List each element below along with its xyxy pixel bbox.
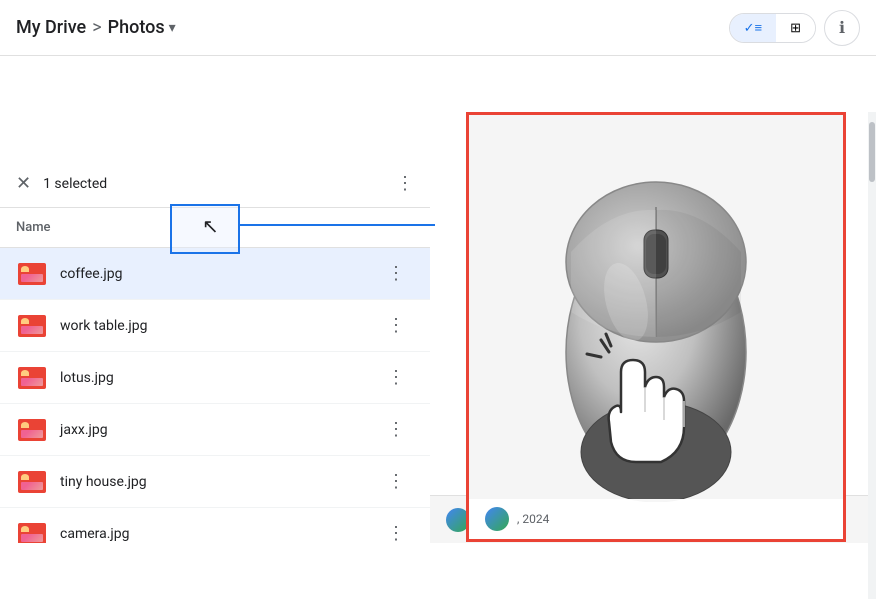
info-button[interactable]: ℹ (824, 10, 860, 46)
chevron-down-icon: ▾ (169, 20, 176, 36)
more-actions-button[interactable]: ⋮ (396, 173, 414, 194)
image-file-icon (18, 315, 46, 337)
grid-view-button[interactable]: ⊞ (776, 14, 815, 42)
file-row[interactable]: coffee.jpg ⋮ (0, 248, 430, 300)
list-view-button[interactable]: ✓≡ (730, 14, 776, 42)
file-row[interactable]: tiny house.jpg ⋮ (0, 456, 430, 508)
file-row[interactable]: camera.jpg ⋮ (0, 508, 430, 543)
file-row[interactable]: jaxx.jpg ⋮ (0, 404, 430, 456)
preview-footer: , 2024 (469, 499, 843, 539)
header: My Drive > Photos ▾ ✓≡ ⊞ ℹ (0, 0, 876, 56)
avatar (485, 507, 509, 531)
image-file-icon (18, 419, 46, 441)
image-file-icon (18, 263, 46, 285)
breadcrumb: My Drive > Photos ▾ (16, 17, 176, 38)
list-header-row: Name (0, 208, 430, 248)
file-icon (16, 414, 48, 446)
breadcrumb-photos[interactable]: Photos ▾ (108, 17, 176, 38)
file-icon (16, 362, 48, 394)
file-more-button[interactable]: ⋮ (378, 308, 414, 344)
file-name: work table.jpg (60, 318, 378, 334)
main-area: ✕ 1 selected ⋮ Name coffee.jpg ⋮ work ta… (0, 56, 876, 543)
image-file-icon (18, 471, 46, 493)
file-name: tiny house.jpg (60, 474, 378, 490)
breadcrumb-photos-label: Photos (108, 17, 165, 38)
breadcrumb-my-drive[interactable]: My Drive (16, 17, 86, 38)
image-file-icon (18, 367, 46, 389)
header-actions: ✓≡ ⊞ ℹ (729, 10, 860, 46)
file-name: camera.jpg (60, 526, 378, 542)
close-selection-button[interactable]: ✕ (16, 173, 31, 194)
file-row[interactable]: lotus.jpg ⋮ (0, 352, 430, 404)
scrollbar[interactable] (868, 112, 876, 599)
scrollbar-thumb[interactable] (869, 122, 875, 182)
mouse-illustration (526, 152, 786, 502)
breadcrumb-separator: > (92, 17, 101, 38)
file-more-button[interactable]: ⋮ (378, 464, 414, 500)
view-toggle: ✓≡ ⊞ (729, 13, 816, 43)
file-more-button[interactable]: ⋮ (378, 360, 414, 396)
file-icon (16, 310, 48, 342)
preview-panel: , 2024 (466, 112, 846, 542)
file-icon (16, 466, 48, 498)
file-list-area: ✕ 1 selected ⋮ Name coffee.jpg ⋮ work ta… (0, 160, 430, 543)
file-name: jaxx.jpg (60, 422, 378, 438)
file-row[interactable]: work table.jpg ⋮ (0, 300, 430, 352)
column-name-label: Name (16, 220, 414, 235)
file-more-button[interactable]: ⋮ (378, 516, 414, 544)
selection-bar: ✕ 1 selected ⋮ (0, 160, 430, 208)
selected-count-label: 1 selected (43, 176, 384, 192)
file-icon (16, 518, 48, 544)
file-more-button[interactable]: ⋮ (378, 256, 414, 292)
file-icon (16, 258, 48, 290)
image-file-icon (18, 523, 46, 544)
file-more-button[interactable]: ⋮ (378, 412, 414, 448)
preview-date-label: , 2024 (517, 512, 549, 526)
file-name: coffee.jpg (60, 266, 378, 282)
file-name: lotus.jpg (60, 370, 378, 386)
